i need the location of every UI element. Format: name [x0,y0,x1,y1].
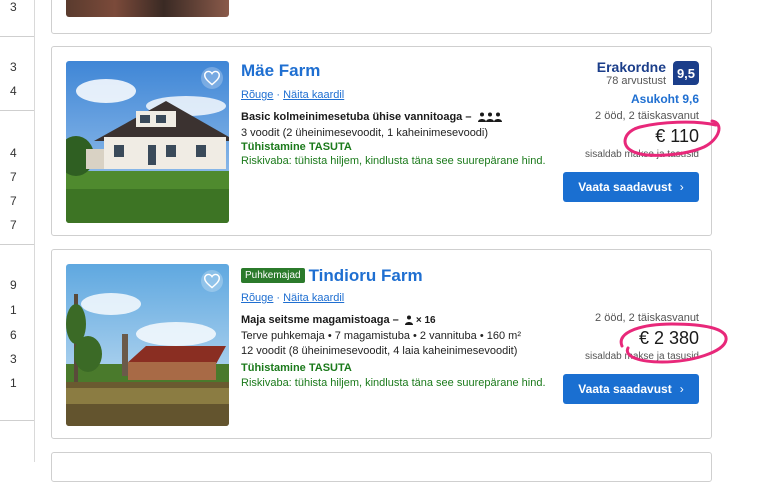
location-links: Rõuge · Näita kaardil [241,89,345,101]
free-cancellation: Tühistamine TASUTA [241,362,352,374]
gutter-number: 7 [10,170,17,184]
see-availability-button[interactable]: Vaata saadavust › [563,172,699,202]
gutter-number: 9 [10,278,17,292]
bed-config: 3 voodit (2 üheinimesevoodit, 1 kaheinim… [241,127,489,139]
taxes-note: sisaldab makse ja tasusid [585,351,699,362]
property-type-badge: Puhkemajad [241,268,305,283]
next-listing-card[interactable] [51,452,712,482]
gutter-number: 1 [10,303,17,317]
listing-photo[interactable] [66,264,229,426]
taxes-note: sisaldab makse ja tasusid [585,149,699,160]
previous-listing-card[interactable] [51,0,712,34]
risk-free-note: Riskivaba: tühista hiljem, kindlusta tän… [241,377,546,389]
risk-free-note: Riskivaba: tühista hiljem, kindlusta tän… [241,155,546,167]
area-link[interactable]: Rõuge [241,292,273,304]
property-title[interactable]: Tindioru Farm [309,266,423,285]
gutter-divider [0,420,34,421]
price: € 2 380 [638,328,699,348]
gutter-number: 7 [10,218,17,232]
stay-info: 2 ööd, 2 täiskasvanut [595,312,699,324]
guest-count: × 16 [415,315,436,326]
previous-listing-photo[interactable] [66,0,229,17]
show-on-map-link[interactable]: Näita kaardil [283,292,344,304]
price: € 110 [655,126,699,146]
gutter-number: 7 [10,194,17,208]
room-type: Basic kolmeinimesetuba ühise vannitoaga … [241,111,502,125]
listing-photo[interactable] [66,61,229,223]
property-details: Terve puhkemaja • 7 magamistuba • 2 vann… [241,330,521,342]
gutter-number: 3 [10,0,17,14]
gutter-number: 4 [10,146,17,160]
stay-info: 2 ööd, 2 täiskasvanut [595,110,699,122]
gutter-divider [0,36,34,37]
location-links: Rõuge · Näita kaardil [241,292,345,304]
gutter-number: 6 [10,328,17,342]
property-title[interactable]: Mäe Farm [241,61,320,81]
gutter-number: 3 [10,352,17,366]
favorite-heart-icon[interactable] [201,67,223,89]
gutter-number: 4 [10,84,17,98]
property-title-row: Puhkemajad Tindioru Farm [241,266,423,286]
gutter-divider [0,110,34,111]
gutter-number: 1 [10,376,17,390]
free-cancellation: Tühistamine TASUTA [241,141,352,153]
score-badge: 9,5 [673,61,699,85]
location-score: Asukoht 9,6 [630,92,699,106]
rating-label: Erakordne [596,59,666,75]
area-link[interactable]: Rõuge [241,89,273,101]
gutter-number: 3 [10,60,17,74]
listing-card: Mäe Farm Rõuge · Näita kaardil Basic kolme… [51,46,712,236]
room-type: Maja seitsme magamistoaga – × 16 [241,314,436,328]
listing-card: Puhkemajad Tindioru Farm Rõuge · Näita kaar… [51,249,712,439]
review-count[interactable]: 78 arvustust [606,75,666,87]
see-availability-button[interactable]: Vaata saadavust › [563,374,699,404]
favorite-heart-icon[interactable] [201,270,223,292]
gutter-divider [0,244,34,245]
chevron-right-icon: › [679,382,684,396]
bed-config: 12 voodit (8 üheinimesevoodit, 4 laia ka… [241,345,518,357]
three-persons-icon [477,112,502,125]
chevron-right-icon: › [679,180,684,194]
show-on-map-link[interactable]: Näita kaardil [283,89,344,101]
left-gutter: 3 3 4 4 7 7 7 9 1 6 3 1 [0,0,35,462]
person-icon [404,315,413,328]
